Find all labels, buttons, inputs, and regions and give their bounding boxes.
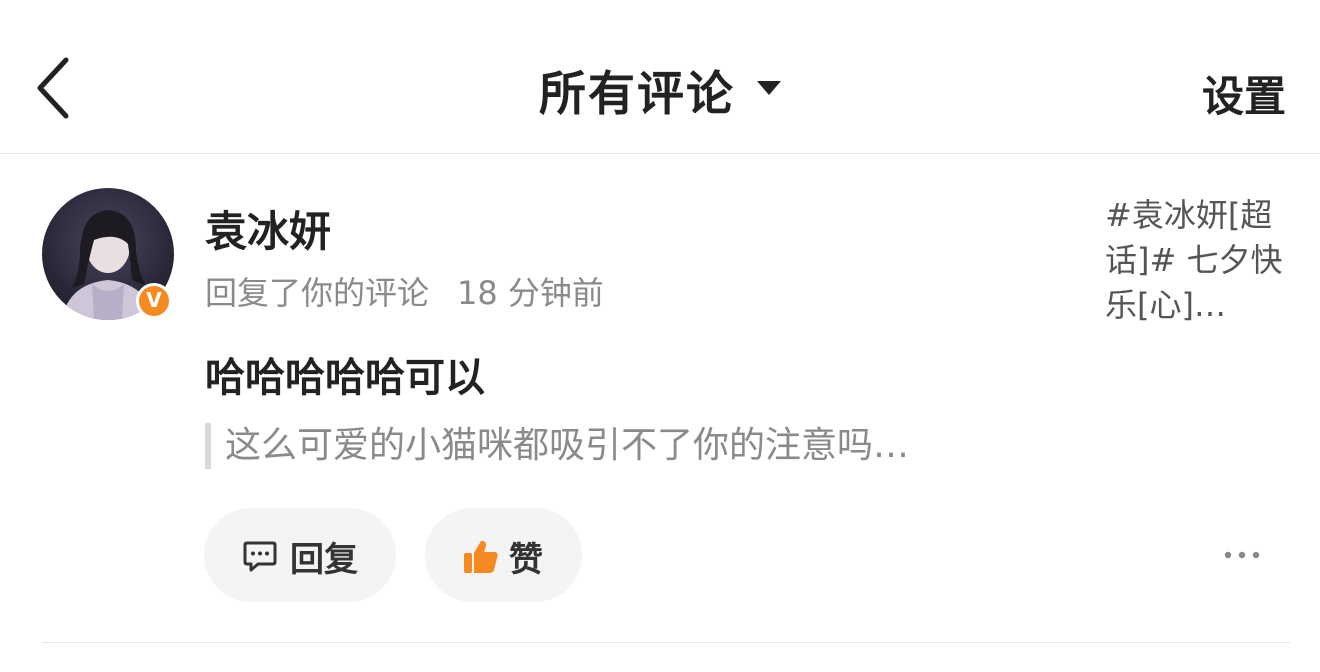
username[interactable]: 袁冰妍 [205, 198, 331, 259]
thumbs-up-icon [462, 538, 500, 580]
reply-label: 回复 [290, 540, 358, 580]
page-title[interactable]: 所有评论 [539, 55, 735, 124]
comment-text: 哈哈哈哈哈可以 [205, 355, 485, 401]
timestamp: 18 分钟前 [457, 274, 604, 312]
post-preview[interactable]: #袁冰妍[超话]# 七夕快乐[心]… [1105, 193, 1295, 328]
like-button[interactable]: 赞 [425, 508, 582, 602]
verified-badge: V [136, 283, 172, 319]
comment-bubble-icon [242, 538, 278, 578]
comment-item: V 袁冰妍 回复了你的评论 18 分钟前 #袁冰妍[超话]# 七夕快乐[心]… 哈… [0, 155, 1320, 645]
comment-meta: 回复了你的评论 18 分钟前 [205, 268, 604, 314]
more-button[interactable] [1222, 545, 1262, 565]
divider [42, 642, 1290, 643]
title-dropdown[interactable]: 所有评论 [0, 55, 1320, 125]
like-label: 赞 [509, 540, 543, 580]
avatar[interactable]: V [42, 188, 174, 320]
top-nav-bar: 所有评论 设置 [0, 0, 1320, 154]
reply-button[interactable]: 回复 [204, 508, 396, 602]
more-horizontal-icon [1224, 551, 1260, 559]
quoted-comment[interactable]: 这么可爱的小猫咪都吸引不了你的注意吗… [205, 423, 909, 469]
action-text: 回复了你的评论 [205, 274, 430, 312]
caret-down-icon[interactable] [757, 80, 781, 95]
settings-button[interactable]: 设置 [1202, 63, 1286, 124]
